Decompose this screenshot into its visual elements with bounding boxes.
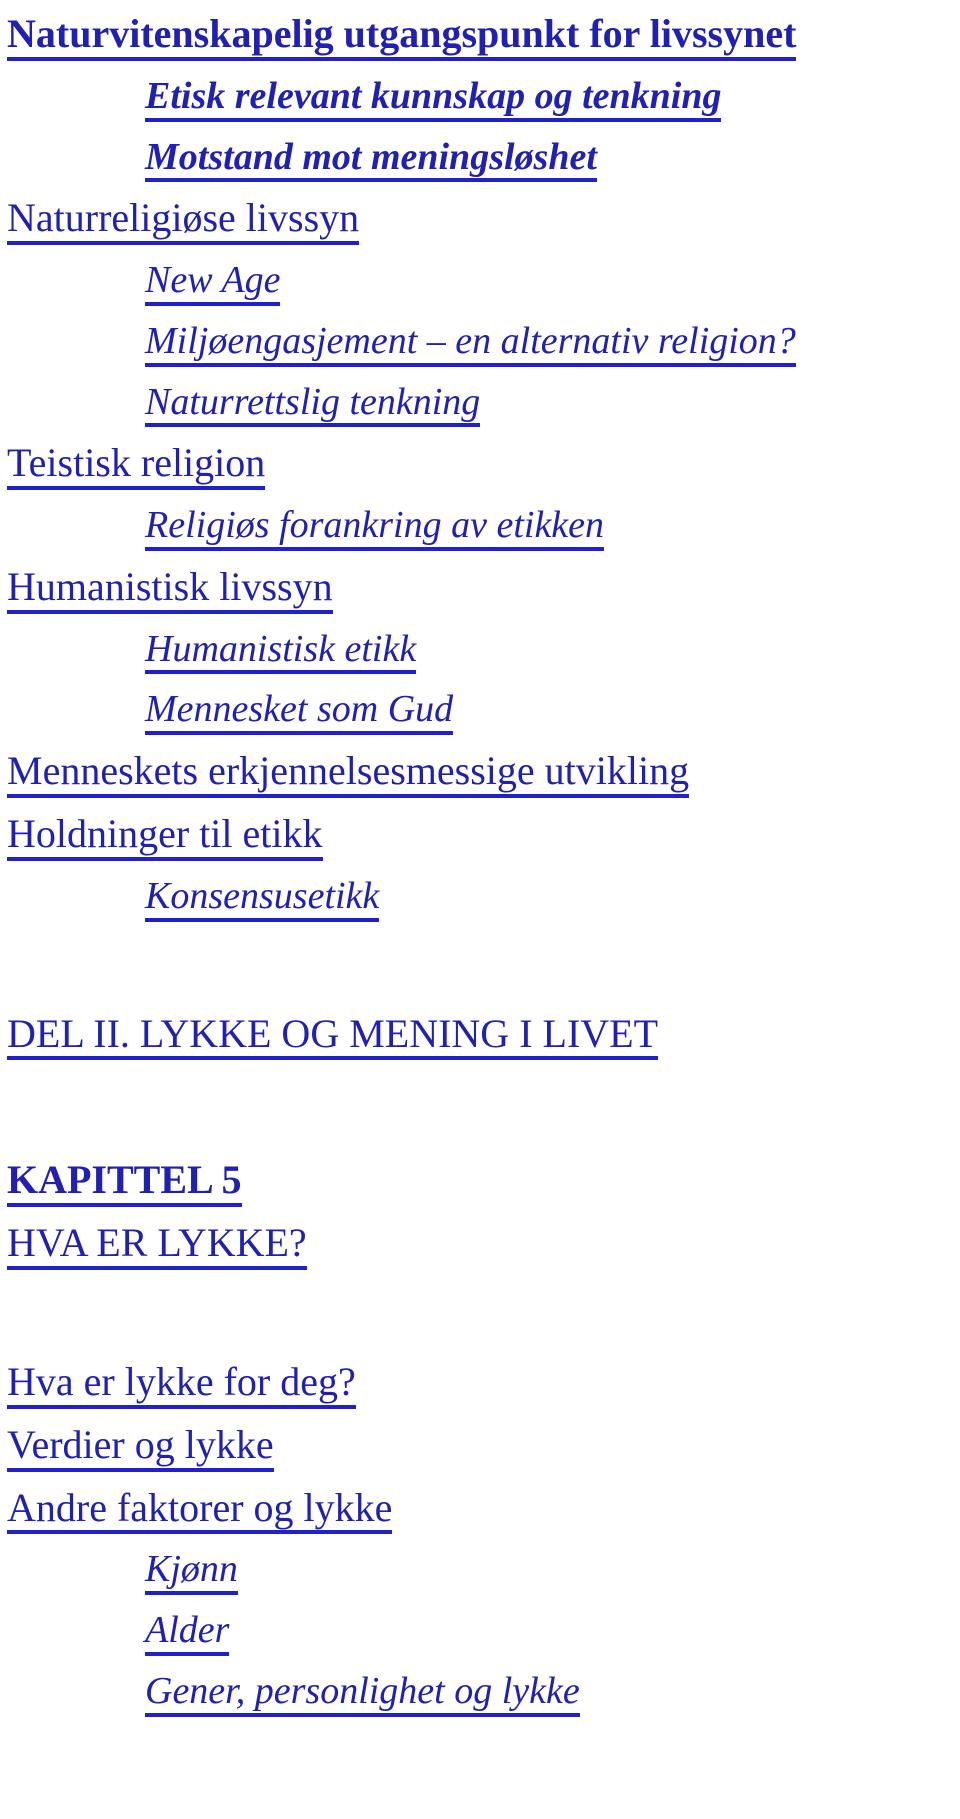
toc-entry: Hva er lykke for deg? (0, 1361, 960, 1409)
toc-link[interactable]: KAPITTEL 5 (7, 1160, 242, 1208)
toc-entry: Etisk relevant kunnskap og tenkning (0, 77, 960, 122)
toc-entry: Naturrettslig tenkning (0, 382, 960, 428)
toc-link[interactable]: Humanistisk etikk (145, 629, 417, 675)
toc-entry: Andre faktorer og lykke (0, 1487, 960, 1535)
toc-link[interactable]: Andre faktorer og lykke (7, 1487, 393, 1535)
toc-entry: Verdier og lykke (0, 1424, 960, 1472)
toc-link[interactable]: Holdninger til etikk (7, 813, 323, 861)
toc-link[interactable]: Menneskets erkjennelsesmessige utvikling (7, 750, 690, 798)
toc-link[interactable]: Humanistisk livssyn (7, 566, 333, 614)
toc-link[interactable]: Motstand mot meningsløshet (145, 137, 597, 183)
toc-link[interactable]: Alder (145, 1611, 230, 1656)
toc-link[interactable]: Gener, personlighet og lykke (145, 1672, 580, 1717)
toc-link[interactable]: Mennesket som Gud (145, 690, 454, 736)
toc-link[interactable]: Naturrettslig tenkning (145, 382, 481, 428)
toc-entry: Alder (0, 1611, 960, 1656)
toc-entry: Religiøs forankring av etikken (0, 506, 960, 551)
toc-link[interactable]: New Age (145, 261, 281, 306)
toc-entry: Humanistisk livssyn (0, 566, 960, 614)
toc-link[interactable]: Konsensusetikk (145, 877, 380, 922)
toc-entry: Naturvitenskapelig utgangspunkt for livs… (0, 13, 960, 61)
toc-entry: DEL II. LYKKE OG MENING I LIVET (0, 1013, 960, 1061)
toc-entry: Holdninger til etikk (0, 813, 960, 861)
toc-entry: Menneskets erkjennelsesmessige utvikling (0, 750, 960, 798)
toc-entry: Miljøengasjement – en alternativ religio… (0, 322, 960, 367)
toc-link[interactable]: Religiøs forankring av etikken (145, 506, 605, 551)
toc-entry: New Age (0, 261, 960, 306)
toc-entry: Gener, personlighet og lykke (0, 1672, 960, 1717)
toc-link[interactable]: HVA ER LYKKE? (7, 1222, 307, 1270)
toc-link[interactable]: Kjønn (145, 1550, 238, 1596)
toc-entry: Kjønn (0, 1550, 960, 1596)
toc-link[interactable]: Naturvitenskapelig utgangspunkt for livs… (7, 13, 797, 61)
toc-entry: Humanistisk etikk (0, 629, 960, 675)
table-of-contents: Naturvitenskapelig utgangspunkt for livs… (0, 0, 960, 1717)
toc-entry: Teistisk religion (0, 443, 960, 491)
toc-link[interactable]: Etisk relevant kunnskap og tenkning (145, 77, 722, 122)
toc-link[interactable]: DEL II. LYKKE OG MENING I LIVET (7, 1013, 659, 1061)
toc-link[interactable]: Teistisk religion (7, 443, 266, 491)
toc-link[interactable]: Verdier og lykke (7, 1424, 274, 1472)
toc-entry: Motstand mot meningsløshet (0, 137, 960, 183)
toc-link[interactable]: Hva er lykke for deg? (7, 1361, 356, 1409)
toc-link[interactable]: Miljøengasjement – en alternativ religio… (145, 322, 796, 367)
toc-entry: Konsensusetikk (0, 877, 960, 922)
toc-link[interactable]: Naturreligiøse livssyn (7, 197, 360, 246)
toc-entry: KAPITTEL 5 (0, 1160, 960, 1208)
toc-entry: HVA ER LYKKE? (0, 1222, 960, 1270)
toc-entry: Naturreligiøse livssyn (0, 197, 960, 246)
toc-entry: Mennesket som Gud (0, 690, 960, 736)
